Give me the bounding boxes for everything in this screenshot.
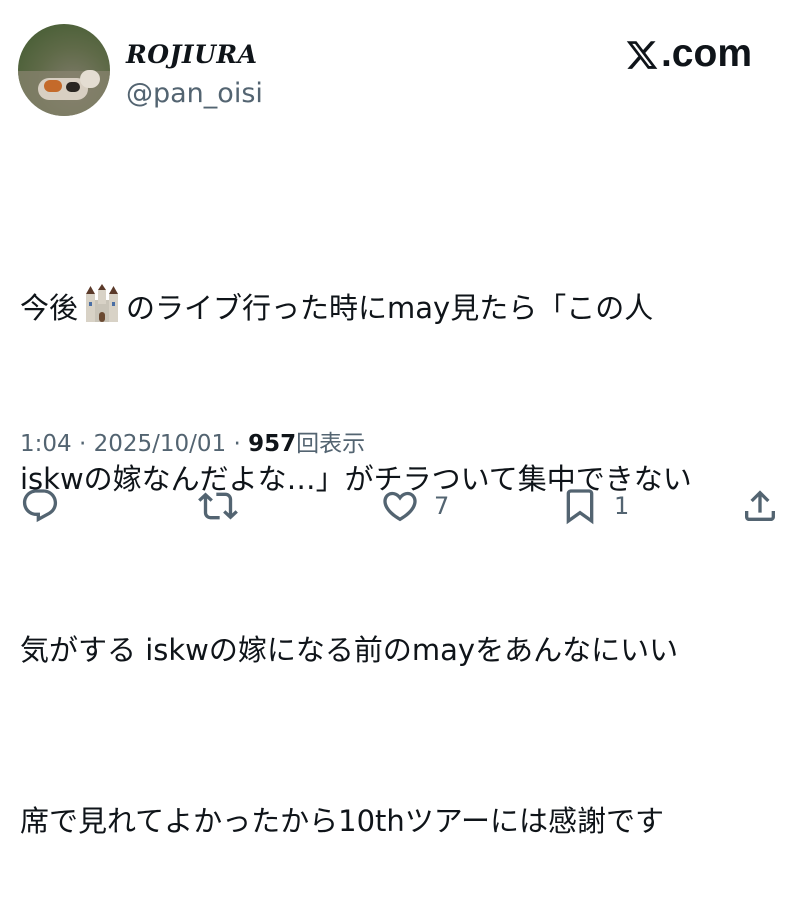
- reply-button[interactable]: [20, 486, 60, 526]
- user-display-name[interactable]: ROJIURA: [126, 40, 258, 69]
- user-handle[interactable]: @pan_oisi: [126, 78, 263, 109]
- meta-separator: ·: [78, 431, 87, 457]
- tweet-date[interactable]: 2025/10/01: [94, 431, 227, 457]
- bookmark-count: 1: [614, 492, 630, 520]
- action-bar: 7 1: [0, 478, 800, 538]
- like-count: 7: [434, 492, 450, 520]
- avatar[interactable]: [18, 24, 110, 116]
- heart-icon: [383, 491, 417, 522]
- share-icon: [745, 490, 775, 521]
- bookmark-button[interactable]: 1: [560, 486, 629, 526]
- like-button[interactable]: 7: [380, 486, 449, 526]
- tweet-line: 気がする iskwの嫁になる前のmayをあんなにいい: [20, 633, 679, 667]
- brand-logo: .com: [625, 32, 752, 76]
- tweet-time[interactable]: 1:04: [20, 431, 72, 457]
- views-count: 957: [248, 431, 297, 457]
- repost-icon: [198, 492, 238, 520]
- tweet-meta: 1:04 · 2025/10/01 · 957回表示: [20, 424, 365, 458]
- meta-separator: ·: [233, 431, 241, 457]
- repost-button[interactable]: [198, 486, 238, 526]
- castle-emoji: [86, 284, 119, 322]
- tweet-line: 今後 のライブ行った時にmay見たら「この人: [20, 280, 790, 337]
- reply-icon: [22, 489, 58, 523]
- views-label: 回表示: [296, 431, 366, 457]
- x-logo-icon: [626, 41, 658, 69]
- tweet-text-segment: 今後: [20, 291, 79, 325]
- share-button[interactable]: [740, 486, 780, 526]
- tweet-text-segment: のライブ行った時にmay見たら「この人: [126, 291, 654, 325]
- bookmark-icon: [566, 489, 594, 525]
- brand-domain: .com: [660, 32, 752, 75]
- tweet-line: 席で見れてよかったから10thツアーには感謝です: [20, 804, 665, 838]
